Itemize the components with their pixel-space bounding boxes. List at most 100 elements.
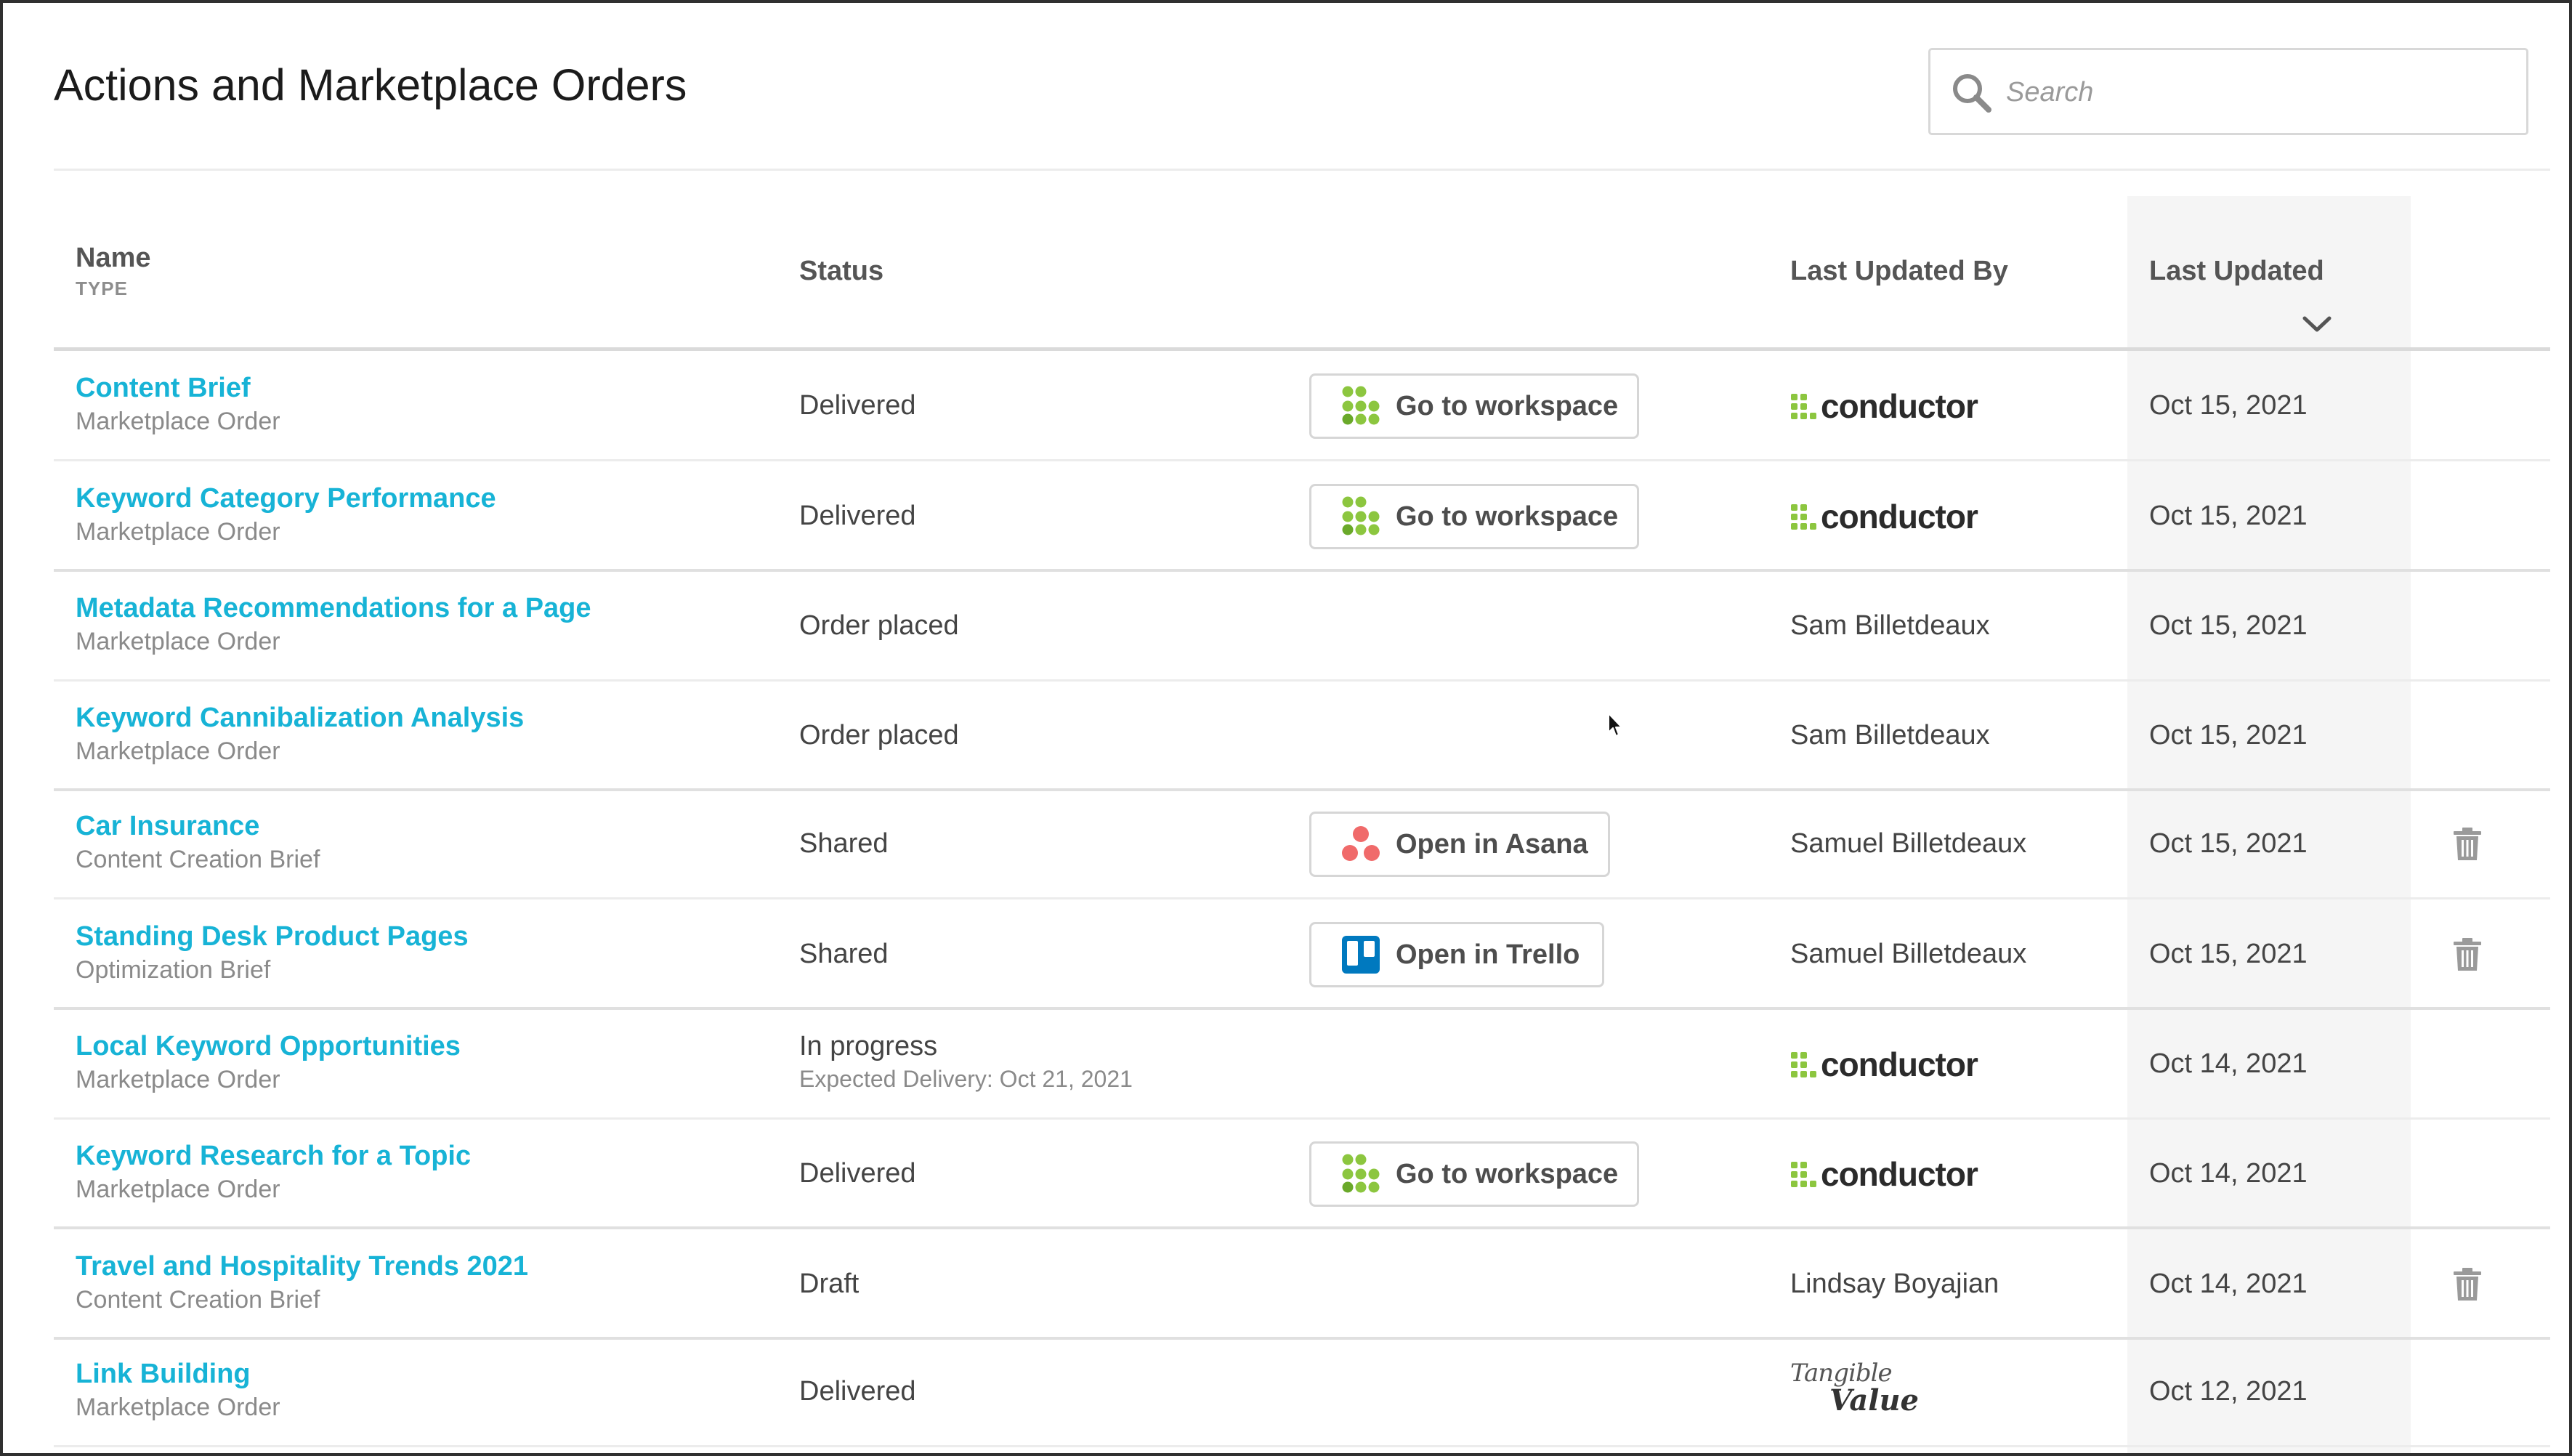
table-row: Local Keyword Opportunities Marketplace O… (54, 1009, 2550, 1120)
item-type: Content Creation Brief (76, 1286, 320, 1314)
table-row: Standing Desk Product Pages Optimization … (54, 899, 2550, 1010)
item-type: Optimization Brief (76, 956, 271, 984)
item-type: Marketplace Order (76, 1066, 280, 1093)
item-name-link[interactable]: Standing Desk Product Pages (76, 921, 469, 953)
item-name-link[interactable]: Metadata Recommendations for a Page (76, 593, 591, 624)
last-updated-date: Oct 15, 2021 (2149, 720, 2308, 751)
go-to-workspace-button[interactable]: Go to workspace (1309, 373, 1639, 439)
item-name-link[interactable]: Travel and Hospitality Trends 2021 (76, 1251, 528, 1282)
conductor-logo: conductor (1790, 1152, 1978, 1196)
trash-icon (2454, 828, 2481, 860)
title-divider (54, 169, 2550, 171)
table-row: Car Insurance Content Creation Brief Share… (54, 789, 2550, 899)
item-name-link[interactable]: Keyword Research for a Topic (76, 1141, 471, 1172)
action-button-label: Go to workspace (1396, 501, 1619, 532)
last-updated-date: Oct 15, 2021 (2149, 939, 2308, 969)
conductor-logo: conductor (1790, 384, 1978, 428)
action-button-label: Go to workspace (1396, 390, 1619, 421)
column-header-last-updated[interactable]: Last Updated (2149, 256, 2324, 287)
status-text: In progress (799, 1031, 938, 1061)
table-row: Content Brief Marketplace Order Delivered G… (54, 351, 2550, 461)
expected-delivery: Expected Delivery: Oct 21, 2021 (799, 1066, 1133, 1092)
status-text: Draft (799, 1269, 860, 1299)
conductor-logo-text: conductor (1821, 387, 1978, 425)
app-window: Actions and Marketplace Orders Name TYPE… (0, 0, 2572, 1456)
item-type: Marketplace Order (76, 1176, 280, 1203)
status-text: Order placed (799, 610, 959, 641)
status-text: Shared (799, 828, 889, 859)
item-name-link[interactable]: Car Insurance (76, 811, 259, 842)
item-type: Content Creation Brief (76, 846, 320, 873)
action-button-label: Open in Trello (1396, 939, 1580, 970)
column-header-status[interactable]: Status (799, 256, 883, 287)
column-header-last-updated-by[interactable]: Last Updated By (1790, 256, 2008, 287)
item-name-link[interactable]: Local Keyword Opportunities (76, 1031, 461, 1062)
item-type: Marketplace Order (76, 628, 280, 655)
status-text: Delivered (799, 390, 916, 421)
table-row: Metadata Recommendations for a Page Marke… (54, 571, 2550, 682)
trash-icon (2454, 938, 2481, 971)
tangible-value-logo: Tangible Value (1790, 1359, 1919, 1420)
conductor-logo: conductor (1790, 495, 1978, 538)
last-updated-by: Samuel Billetdeaux (1790, 939, 2027, 969)
item-type: Marketplace Order (76, 1394, 280, 1421)
item-name-link[interactable]: Link Building (76, 1359, 251, 1390)
column-header-type: TYPE (76, 278, 128, 299)
last-updated-date: Oct 12, 2021 (2149, 1376, 2308, 1407)
conductor-logo-icon (1791, 1162, 1816, 1187)
status-text: Delivered (799, 501, 916, 531)
last-updated-date: Oct 14, 2021 (2149, 1158, 2308, 1189)
table-row: Keyword Category Performance Marketplace … (54, 461, 2550, 572)
conductor-logo-icon (1791, 504, 1816, 530)
workspace-icon (1342, 386, 1380, 425)
open-in-asana-button[interactable]: Open in Asana (1309, 812, 1610, 877)
table-row: Keyword Cannibalization Analysis Marketpl… (54, 681, 2550, 791)
search-icon (1953, 74, 1991, 113)
conductor-logo-icon (1791, 394, 1816, 419)
item-name-link[interactable]: Keyword Cannibalization Analysis (76, 703, 524, 734)
status-text: Delivered (799, 1158, 916, 1189)
conductor-logo-icon (1791, 1052, 1816, 1077)
action-button-label: Go to workspace (1396, 1158, 1619, 1189)
asana-icon (1342, 826, 1380, 861)
search-input[interactable] (2006, 65, 2507, 120)
open-in-trello-button[interactable]: Open in Trello (1309, 922, 1604, 987)
status-text: Order placed (799, 720, 959, 751)
action-button-label: Open in Asana (1396, 828, 1588, 860)
page-title: Actions and Marketplace Orders (54, 60, 687, 110)
trello-icon (1342, 936, 1380, 974)
delete-button[interactable] (2451, 937, 2483, 972)
search-box[interactable] (1928, 48, 2528, 135)
last-updated-date: Oct 15, 2021 (2149, 828, 2308, 859)
table-row: Keyword Research for a Topic Marketplace … (54, 1119, 2550, 1229)
table-header: Name TYPE Status Last Updated By Last Up… (54, 196, 2550, 349)
item-name-link[interactable]: Content Brief (76, 373, 251, 404)
last-updated-by: Samuel Billetdeaux (1790, 828, 2027, 859)
go-to-workspace-button[interactable]: Go to workspace (1309, 1141, 1639, 1207)
item-type: Marketplace Order (76, 737, 280, 765)
mouse-cursor-icon (1608, 713, 1622, 737)
conductor-logo: conductor (1790, 1043, 1978, 1086)
last-updated-date: Oct 15, 2021 (2149, 610, 2308, 641)
last-updated-date: Oct 14, 2021 (2149, 1269, 2308, 1299)
tangible-value-logo-line2: Value (1829, 1383, 1920, 1417)
status-text: Shared (799, 939, 889, 969)
last-updated-date: Oct 14, 2021 (2149, 1048, 2308, 1079)
item-name-link[interactable]: Keyword Category Performance (76, 483, 496, 514)
item-type: Marketplace Order (76, 408, 280, 435)
go-to-workspace-button[interactable]: Go to workspace (1309, 484, 1639, 549)
delete-button[interactable] (2451, 827, 2483, 862)
column-header-name[interactable]: Name (76, 243, 151, 274)
chevron-down-icon[interactable] (2300, 314, 2334, 336)
status-text: Delivered (799, 1376, 916, 1407)
workspace-icon (1342, 1154, 1380, 1193)
conductor-logo-text: conductor (1821, 498, 1978, 535)
delete-button[interactable] (2451, 1267, 2483, 1302)
last-updated-date: Oct 15, 2021 (2149, 501, 2308, 531)
last-updated-by: Lindsay Boyajian (1790, 1269, 1999, 1299)
last-updated-by: Sam Billetdeaux (1790, 720, 1990, 751)
item-type: Marketplace Order (76, 518, 280, 546)
trash-icon (2454, 1268, 2481, 1301)
last-updated-by: Sam Billetdeaux (1790, 610, 1990, 641)
workspace-icon (1342, 496, 1380, 535)
